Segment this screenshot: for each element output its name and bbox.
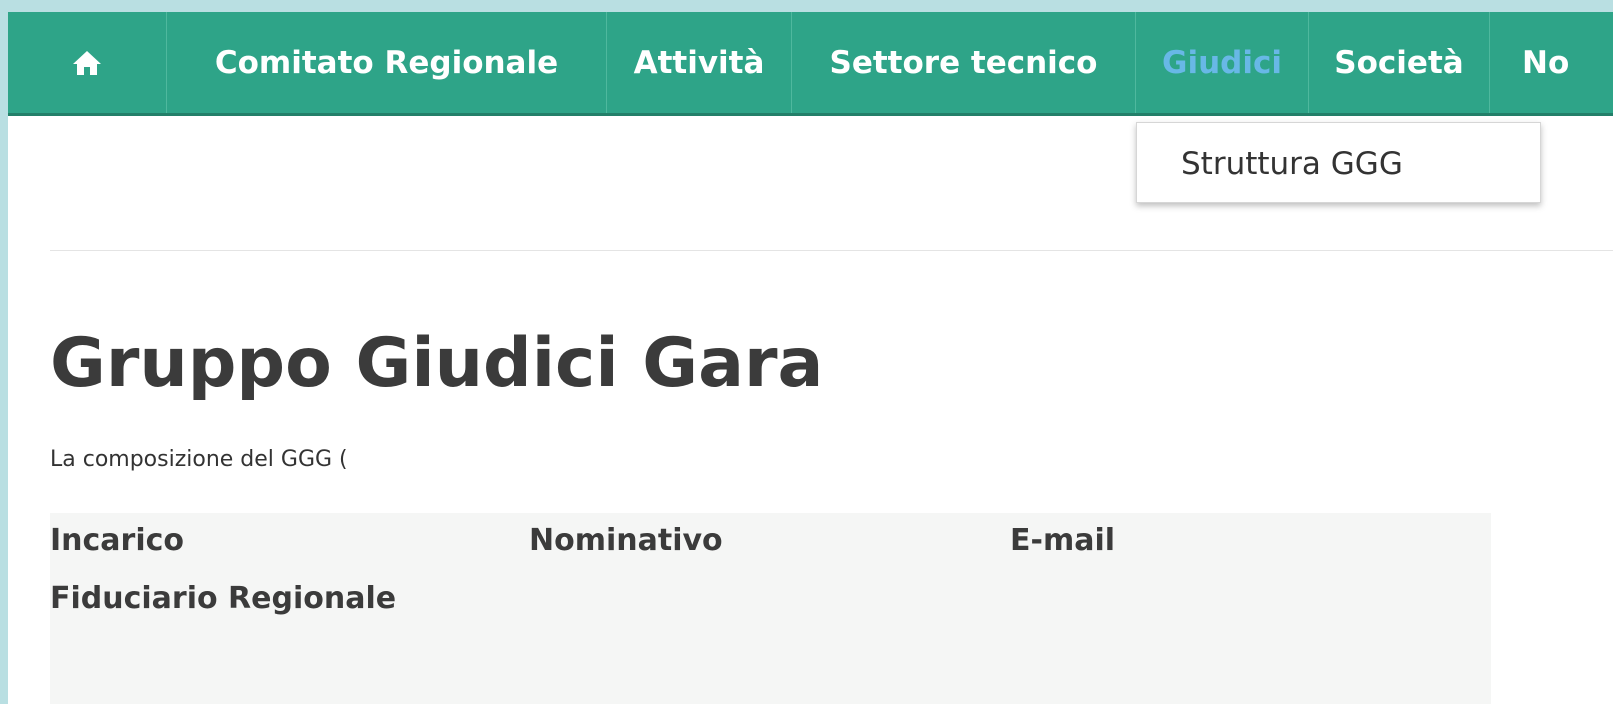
page-title: Gruppo Giudici Gara — [50, 324, 824, 403]
nav-item-label: Settore tecnico — [829, 44, 1098, 81]
nav-item-label: No — [1522, 44, 1570, 81]
table-header-email: E-mail — [1010, 523, 1116, 558]
ggg-table: Incarico Nominativo E-mail Fiduciario Re… — [50, 513, 1491, 704]
nav-item-giudici[interactable]: Giudici — [1136, 12, 1309, 113]
intro-text: La composizione del GGG ( — [50, 447, 348, 472]
main-navbar: Comitato Regionale Attività Settore tecn… — [8, 12, 1613, 116]
table-header-nominativo: Nominativo — [529, 523, 723, 558]
nav-item-no[interactable]: No — [1490, 12, 1613, 113]
nav-item-comitato-regionale[interactable]: Comitato Regionale — [167, 12, 607, 113]
nav-item-attivita[interactable]: Attività — [607, 12, 792, 113]
giudici-dropdown-menu: Struttura GGG — [1136, 122, 1541, 203]
nav-item-societa[interactable]: Società — [1309, 12, 1490, 113]
nav-item-settore-tecnico[interactable]: Settore tecnico — [792, 12, 1136, 113]
nav-item-label: Attività — [633, 44, 765, 81]
nav-item-label: Comitato Regionale — [214, 44, 559, 81]
table-header-incarico: Incarico — [50, 523, 185, 558]
nav-item-label: Società — [1334, 44, 1464, 81]
page-frame: Comitato Regionale Attività Settore tecn… — [8, 12, 1613, 704]
table-cell-incarico: Fiduciario Regionale — [50, 581, 397, 616]
dropdown-item-struttura-ggg[interactable]: Struttura GGG — [1181, 123, 1403, 204]
divider — [50, 250, 1613, 251]
nav-item-label: Giudici — [1162, 44, 1282, 81]
home-icon[interactable] — [8, 12, 167, 113]
